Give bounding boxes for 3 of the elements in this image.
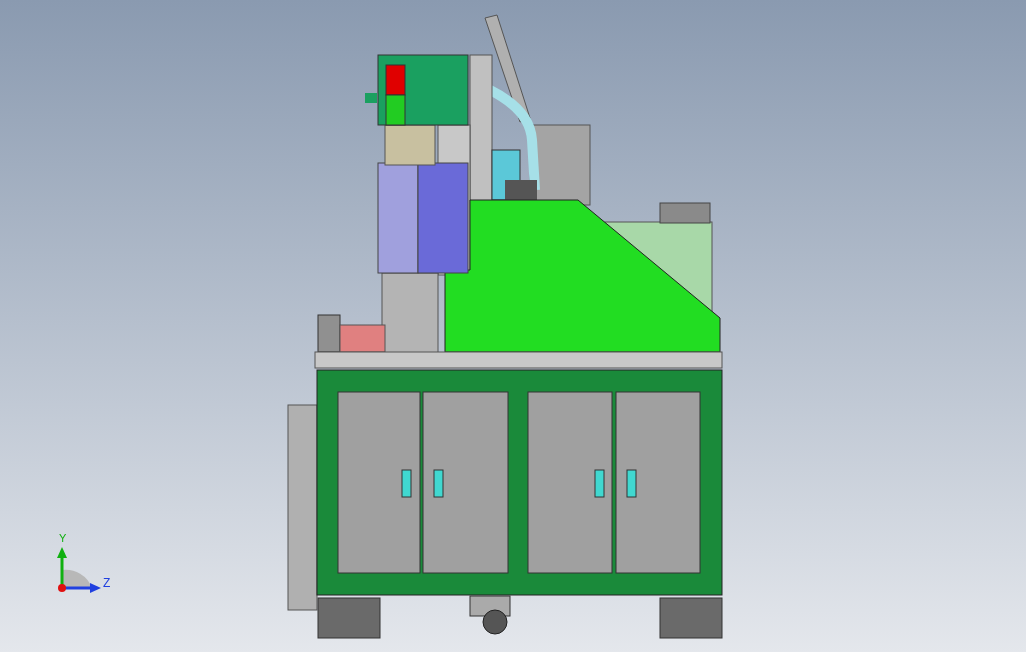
axis-triad-drawing bbox=[57, 547, 101, 593]
y-axis-label: Y bbox=[59, 531, 67, 546]
z-axis-label: Z bbox=[103, 575, 111, 592]
